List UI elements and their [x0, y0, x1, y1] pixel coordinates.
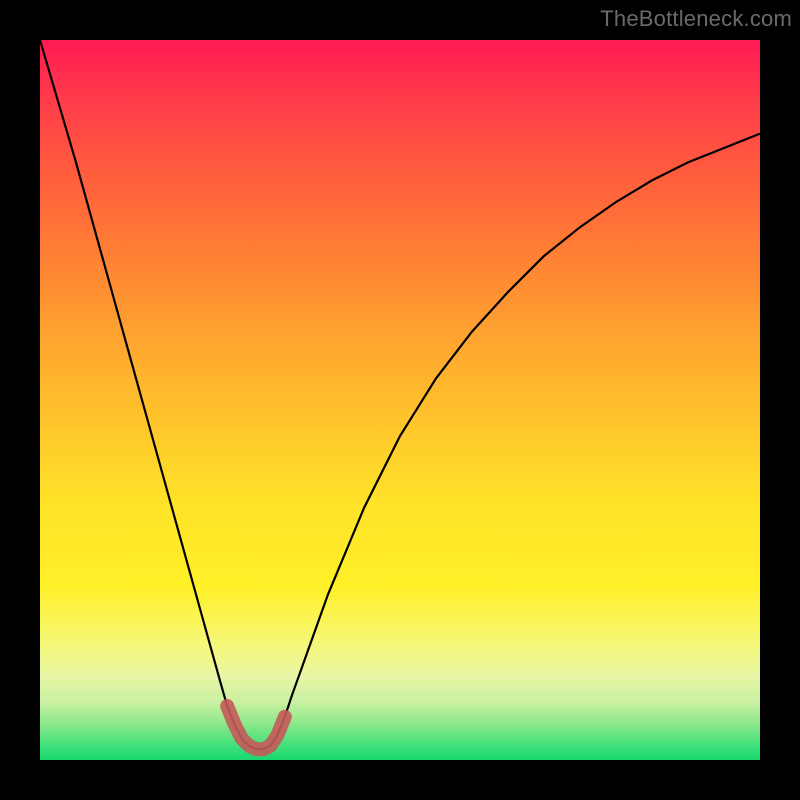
- watermark-text: TheBottleneck.com: [600, 6, 792, 32]
- plot-area: [40, 40, 760, 760]
- bottleneck-curve: [40, 40, 760, 749]
- optimal-range-marker: [227, 706, 285, 749]
- chart-frame: TheBottleneck.com: [0, 0, 800, 800]
- chart-svg: [40, 40, 760, 760]
